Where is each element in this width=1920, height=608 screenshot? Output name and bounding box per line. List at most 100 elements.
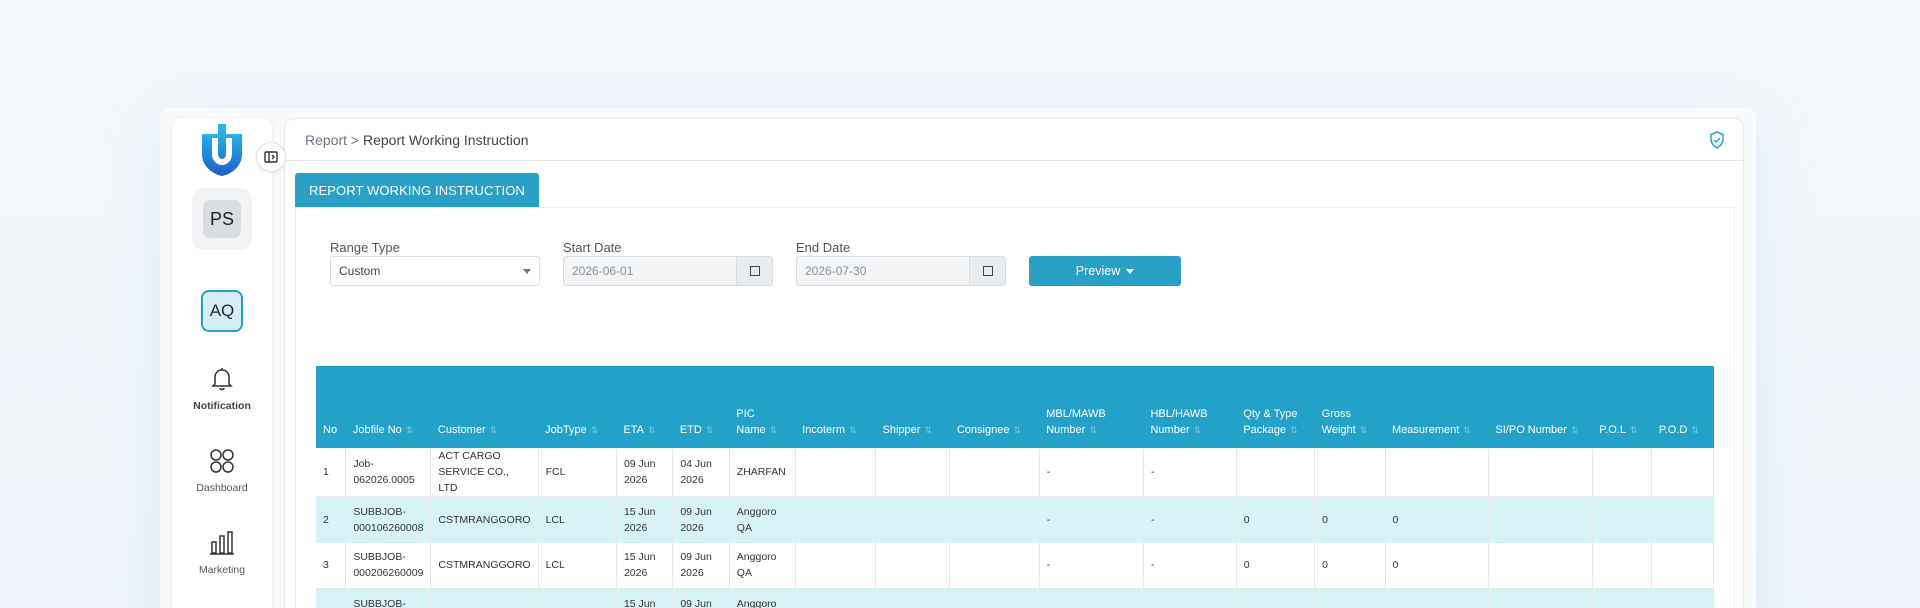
table-cell	[1488, 588, 1593, 608]
table-cell: 15 Jun 2026	[616, 542, 674, 589]
sort-icon[interactable]: ⇅	[1089, 425, 1097, 435]
table-cell: -	[1039, 588, 1144, 608]
table-cell: 0	[1385, 542, 1489, 589]
end-date-calendar-button[interactable]	[969, 257, 1005, 285]
profile-avatar[interactable]: AQ	[201, 290, 243, 332]
table-cell	[1592, 542, 1653, 589]
start-date-label: Start Date	[563, 240, 622, 255]
table-cell: 0	[1314, 496, 1386, 543]
shield-check-icon[interactable]	[1709, 131, 1725, 149]
preview-button[interactable]: Preview	[1029, 256, 1181, 286]
table-cell	[949, 588, 1040, 608]
breadcrumb: Report > Report Working Instruction	[305, 132, 528, 148]
sort-icon[interactable]: ⇅	[1463, 425, 1471, 435]
report-panel: Range Type Custom Start Date 2026-06-01 …	[295, 207, 1735, 608]
user-tile[interactable]: PS	[192, 188, 252, 250]
column-header[interactable]: Qty & Type Package ⇅	[1236, 366, 1315, 448]
column-header[interactable]: PIC Name ⇅	[729, 366, 796, 448]
table-cell: 0	[1236, 542, 1316, 589]
column-header-label: Shipper	[882, 424, 921, 436]
sidebar-item-label: Marketing	[198, 564, 246, 576]
start-date-field[interactable]: 2026-06-01	[563, 256, 773, 286]
column-header[interactable]: ETA ⇅	[616, 366, 673, 448]
breadcrumb-root[interactable]: Report	[305, 132, 347, 148]
app-logo-icon[interactable]	[198, 124, 246, 176]
sort-icon[interactable]: ⇅	[1571, 425, 1579, 435]
sort-icon[interactable]: ⇅	[490, 425, 498, 435]
sort-icon[interactable]: ⇅	[648, 425, 656, 435]
sidebar-item-dashboard[interactable]: Dashboard	[172, 448, 272, 494]
table-cell: 0	[1385, 496, 1489, 543]
table-cell: Job-062026.0005	[345, 448, 432, 497]
table-cell	[875, 448, 951, 497]
sort-icon[interactable]: ⇅	[1630, 425, 1638, 435]
sidebar: PS AQ Notification Dashboard Marketing	[172, 118, 272, 608]
table-cell	[795, 496, 876, 543]
table-cell	[1236, 448, 1316, 497]
table-cell: CSTMRANGGORO	[430, 588, 539, 608]
table-row[interactable]: 2 SUBBJOB-000106260008 CSTMRANGGORO LCL 15 J…	[316, 496, 1714, 543]
column-header[interactable]: P.O.L ⇅	[1592, 366, 1652, 448]
table-cell: 3	[316, 542, 347, 589]
sort-icon[interactable]: ⇅	[770, 425, 778, 435]
column-header[interactable]: ETD ⇅	[672, 366, 730, 448]
table-cell	[1314, 448, 1386, 497]
sidebar-item-marketing[interactable]: Marketing	[172, 530, 272, 576]
table-body: 1 Job-062026.0005 ACT CARGO SERVICE CO., L…	[316, 448, 1714, 608]
sort-icon[interactable]: ⇅	[1691, 425, 1699, 435]
column-header[interactable]: Incoterm ⇅	[795, 366, 876, 448]
table-cell: SUBBJOB-000106260008	[345, 496, 432, 543]
column-header-label: PIC Name	[736, 408, 766, 436]
sort-icon[interactable]: ⇅	[1013, 425, 1021, 435]
end-date-field[interactable]: 2026-07-30	[796, 256, 1006, 286]
column-header-label: Consignee	[956, 424, 1010, 436]
top-bar: Report > Report Working Instruction	[285, 119, 1743, 161]
column-header[interactable]: HBL/HAWB Number ⇅	[1143, 366, 1237, 448]
table-header-row: No Jobfile No ⇅ Customer ⇅ JobType ⇅ ETA ⇅ ETD ⇅ PI…	[316, 366, 1714, 448]
table-cell: -	[1039, 542, 1144, 589]
table-cell: 2	[316, 496, 347, 543]
column-header[interactable]: No	[316, 366, 346, 448]
column-header-label: Measurement	[1392, 424, 1460, 436]
sort-icon[interactable]: ⇅	[1360, 425, 1368, 435]
column-header[interactable]: P.O.D ⇅	[1651, 366, 1714, 448]
start-date-calendar-button[interactable]	[736, 257, 772, 285]
sort-icon[interactable]: ⇅	[406, 425, 414, 435]
table-cell	[949, 448, 1040, 497]
table-cell	[1592, 448, 1653, 497]
table-cell	[795, 542, 876, 589]
column-header[interactable]: Shipper ⇅	[875, 366, 950, 448]
table-cell	[875, 542, 951, 589]
table-cell: 1	[316, 448, 347, 497]
column-header[interactable]: Jobfile No ⇅	[345, 366, 431, 448]
column-header[interactable]: JobType ⇅	[538, 366, 617, 448]
bar-chart-icon	[210, 531, 234, 555]
column-header[interactable]: Consignee ⇅	[949, 366, 1040, 448]
table-cell	[1651, 448, 1714, 497]
table-cell: 0	[1236, 496, 1316, 543]
sort-icon[interactable]: ⇅	[924, 425, 932, 435]
column-header[interactable]: Measurement ⇅	[1385, 366, 1489, 448]
column-header[interactable]: Customer ⇅	[430, 366, 539, 448]
sort-icon[interactable]: ⇅	[591, 425, 599, 435]
table-cell	[949, 542, 1040, 589]
column-header[interactable]: MBL/MAWB Number ⇅	[1039, 366, 1144, 448]
sort-icon[interactable]: ⇅	[1290, 425, 1298, 435]
range-type-select[interactable]: Custom	[330, 256, 540, 286]
table-row[interactable]: 3 SUBBJOB-000206260009 CSTMRANGGORO LCL 15 J…	[316, 542, 1714, 589]
sort-icon[interactable]: ⇅	[1194, 425, 1202, 435]
table-row[interactable]: 1 Job-062026.0005 ACT CARGO SERVICE CO., L…	[316, 448, 1714, 497]
sort-icon[interactable]: ⇅	[849, 425, 857, 435]
column-header-label: JobType	[545, 424, 587, 436]
table-cell	[1651, 542, 1714, 589]
column-header[interactable]: Gross Weight ⇅	[1314, 366, 1386, 448]
sort-icon[interactable]: ⇅	[706, 425, 714, 435]
table-cell: -	[1143, 448, 1237, 497]
table-row[interactable]: 4SUBBJOB-000306260010CSTMRANGGOROFCL15 J…	[316, 588, 1714, 608]
sidebar-item-notification[interactable]: Notification	[172, 366, 272, 412]
table-cell: ZHARFAN	[729, 448, 796, 497]
end-date-value: 2026-07-30	[805, 264, 867, 278]
column-header[interactable]: SI/PO Number ⇅	[1488, 366, 1593, 448]
tab-report-working-instruction[interactable]: REPORT WORKING INSTRUCTION	[295, 173, 539, 207]
sidebar-collapse-button[interactable]	[256, 142, 286, 172]
